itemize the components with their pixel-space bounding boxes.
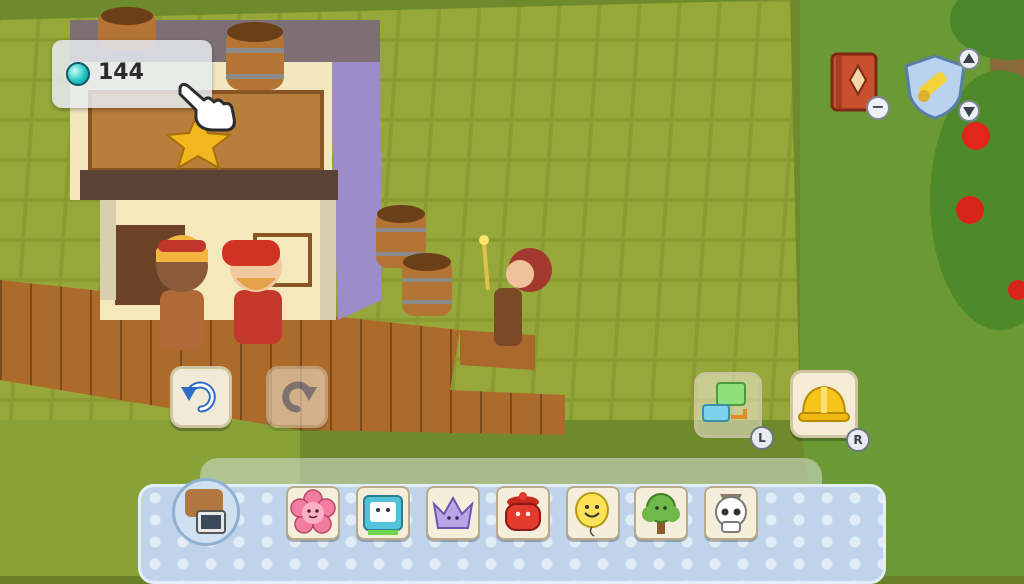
- apple: [962, 122, 990, 150]
- magic-wand: [479, 235, 489, 245]
- category-crown[interactable]: [426, 486, 480, 540]
- build-blocks-button[interactable]: [694, 372, 762, 438]
- l-button-badge: L: [750, 426, 774, 450]
- tv-robot-icon: [363, 495, 403, 535]
- hard-hat-button[interactable]: [790, 370, 858, 438]
- gem-count: 144: [98, 60, 144, 85]
- category-flower[interactable]: [286, 486, 340, 540]
- barrel[interactable]: [402, 253, 452, 316]
- villager-npc[interactable]: [156, 235, 208, 350]
- pointing-hand-cursor-icon: [178, 82, 236, 132]
- hard-hat-icon: [798, 385, 850, 422]
- crown-icon: [432, 495, 474, 529]
- cooking-pot-icon: [505, 492, 541, 531]
- gem-icon: [66, 62, 90, 86]
- skull-icon: [715, 494, 747, 533]
- category-tv[interactable]: [356, 486, 410, 540]
- backpack-tv-icon: [185, 489, 226, 534]
- flower-face-icon: [290, 489, 336, 534]
- scroll-up-arrow-icon[interactable]: [958, 48, 980, 70]
- category-pot[interactable]: [496, 486, 550, 540]
- redo-arrow-icon: [282, 381, 317, 413]
- r-button-badge: R: [846, 428, 870, 452]
- tree-icon: [642, 493, 680, 534]
- blocks-icon: [702, 382, 747, 422]
- minus-badge[interactable]: −: [866, 96, 890, 120]
- category-balloon[interactable]: [566, 486, 620, 540]
- shop-awning: [80, 170, 338, 200]
- redo-button[interactable]: [266, 366, 328, 428]
- category-skull[interactable]: [704, 486, 758, 540]
- gem-counter[interactable]: 144: [52, 40, 236, 132]
- category-tree[interactable]: [634, 486, 688, 540]
- undo-arrow-icon: [181, 381, 216, 413]
- scroll-down-arrow-icon[interactable]: [958, 100, 980, 122]
- apple: [956, 196, 984, 224]
- smiley-balloon-icon: [575, 492, 609, 537]
- inventory-avatar-button[interactable]: [172, 478, 240, 546]
- undo-button[interactable]: [170, 366, 232, 428]
